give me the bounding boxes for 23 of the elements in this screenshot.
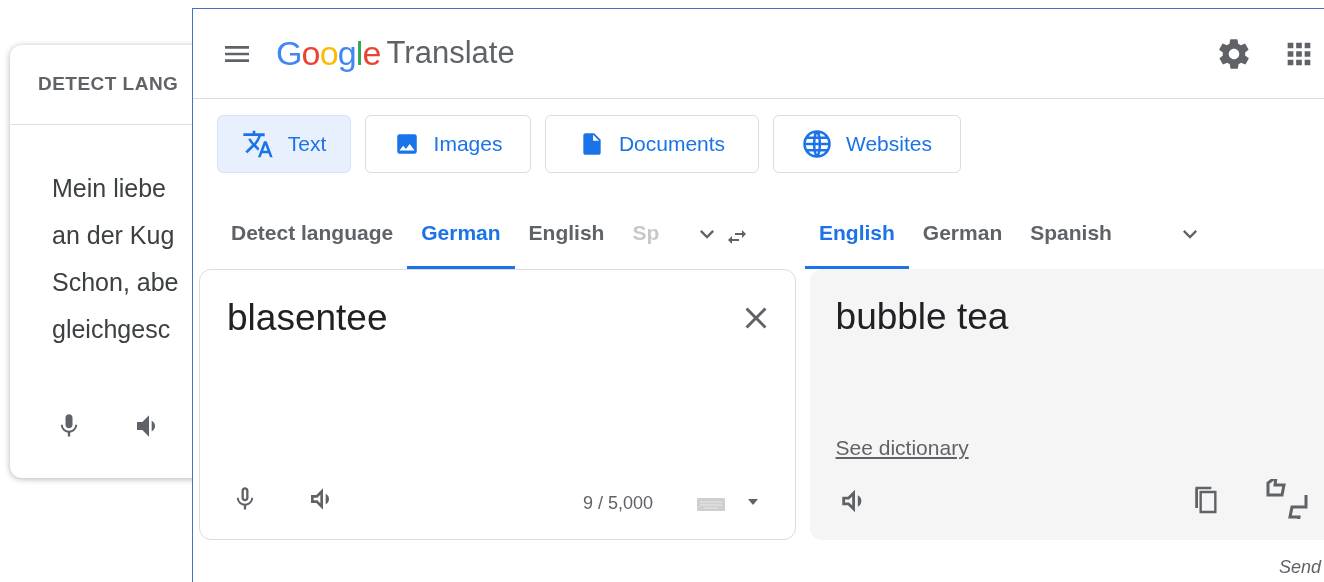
logo[interactable]: Google bbox=[276, 28, 381, 79]
source-text-field[interactable]: blasentee bbox=[227, 290, 388, 346]
send-feedback-link[interactable]: Send bbox=[1279, 554, 1322, 581]
text-line: Mein liebe bbox=[52, 173, 167, 204]
mode-tab[interactable]: Documents bbox=[545, 115, 759, 173]
card-header: DETECT LANG bbox=[38, 72, 179, 97]
mode-tab[interactable]: Websites bbox=[773, 115, 961, 173]
translated-text: bubble tea bbox=[835, 295, 1009, 339]
dictionary-link[interactable]: See dictionary bbox=[835, 432, 969, 464]
language-tab[interactable]: Spanish bbox=[1016, 199, 1126, 269]
caret-icon[interactable] bbox=[747, 498, 759, 506]
language-tab[interactable]: Detect language bbox=[217, 199, 408, 269]
text-line: Schon, abe bbox=[52, 267, 180, 298]
mode-tab[interactable]: Text bbox=[217, 115, 351, 173]
globe-icon bbox=[802, 129, 832, 159]
language-tab[interactable]: English bbox=[514, 199, 619, 269]
thumbs-feedback-icon[interactable] bbox=[1264, 479, 1309, 519]
character-counter: 9 / 5,000 bbox=[583, 492, 654, 515]
language-tab[interactable]: German bbox=[908, 199, 1017, 269]
app-title: Translate bbox=[386, 34, 515, 73]
translate-icon bbox=[241, 128, 274, 160]
language-tab[interactable]: German bbox=[407, 199, 515, 269]
mode-tab[interactable]: Images bbox=[365, 115, 531, 173]
